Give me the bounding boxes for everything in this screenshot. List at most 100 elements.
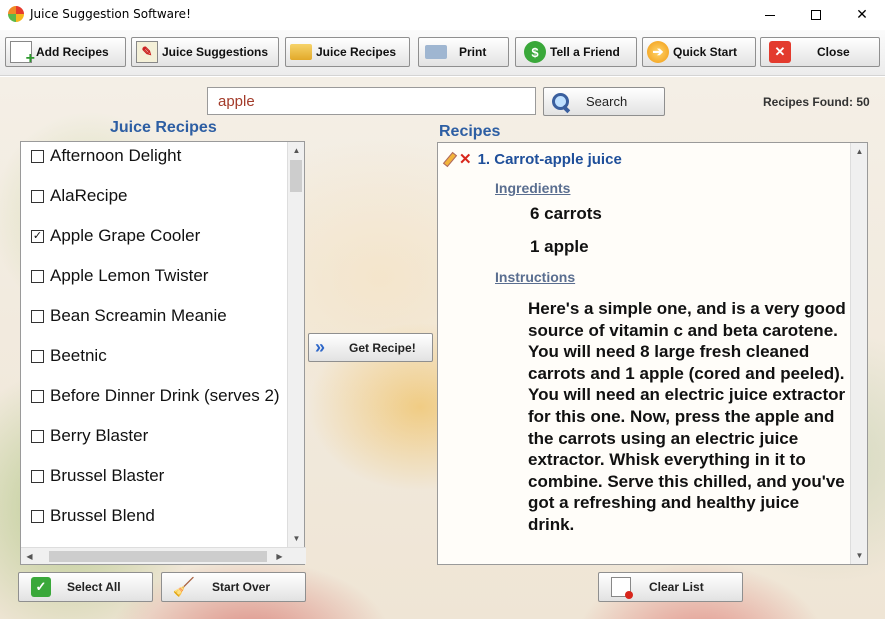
juice-recipes-heading: Juice Recipes bbox=[110, 119, 217, 136]
item-checkbox[interactable] bbox=[31, 309, 44, 323]
add-recipe-icon bbox=[10, 41, 35, 68]
maximize-button[interactable] bbox=[793, 0, 839, 30]
scroll-up-arrow-icon[interactable]: ▲ bbox=[851, 143, 867, 160]
window-close-button[interactable]: ✕ bbox=[839, 0, 885, 30]
toolbar: Add Recipes ✎ Juice Suggestions Juice Re… bbox=[0, 30, 885, 76]
juice-suggestions-label: Juice Suggestions bbox=[162, 45, 269, 59]
recipe-header: ✕ 1. Carrot-apple juice bbox=[442, 150, 622, 169]
item-checkbox[interactable] bbox=[31, 149, 44, 163]
list-item[interactable]: Apple Lemon Twister bbox=[31, 266, 208, 286]
scroll-thumb[interactable] bbox=[290, 160, 302, 192]
juice-recipes-list: Afternoon Delight AlaRecipe ✓ Apple Grap… bbox=[20, 141, 306, 565]
list-item[interactable]: Afternoon Delight bbox=[31, 146, 181, 166]
clear-list-icon bbox=[611, 577, 633, 599]
list-horizontal-scrollbar[interactable]: ◀ ▶ bbox=[21, 547, 306, 564]
maximize-icon bbox=[811, 10, 821, 20]
item-label: AlaRecipe bbox=[50, 186, 128, 205]
add-recipes-label: Add Recipes bbox=[36, 45, 109, 59]
list-item[interactable]: Bean Screamin Meanie bbox=[31, 306, 227, 326]
quick-start-label: Quick Start bbox=[673, 45, 738, 59]
recipes-heading: Recipes bbox=[439, 123, 501, 140]
get-recipe-button[interactable]: » Get Recipe! bbox=[308, 333, 433, 362]
instructions-link[interactable]: Instructions bbox=[495, 269, 575, 285]
recipe-title: 1. Carrot-apple juice bbox=[477, 150, 622, 168]
broom-icon: 🧹 bbox=[172, 576, 196, 597]
list-item[interactable]: AlaRecipe bbox=[31, 186, 128, 206]
select-all-label: Select All bbox=[67, 580, 121, 594]
search-input[interactable] bbox=[207, 87, 536, 115]
item-checkbox[interactable] bbox=[31, 349, 44, 363]
print-button[interactable]: Print bbox=[418, 37, 509, 67]
item-checkbox[interactable] bbox=[31, 189, 44, 203]
item-label: Afternoon Delight bbox=[50, 146, 182, 165]
ingredient-item: 1 apple bbox=[530, 237, 589, 256]
close-label: Close bbox=[817, 45, 850, 59]
clear-list-button[interactable]: Clear List bbox=[598, 572, 743, 602]
ingredient-item: 6 carrots bbox=[530, 204, 602, 223]
list-item[interactable]: Before Dinner Drink (serves 2) bbox=[31, 386, 280, 406]
dollar-icon: $ bbox=[524, 41, 546, 63]
window-close-icon: ✕ bbox=[856, 7, 868, 23]
quick-start-icon: ➔ bbox=[647, 41, 669, 63]
recipe-detail-panel: ✕ 1. Carrot-apple juice Ingredients 6 ca… bbox=[437, 142, 868, 565]
list-item[interactable]: Beetnic bbox=[31, 346, 107, 366]
minimize-icon bbox=[765, 14, 775, 16]
list-item[interactable]: ✓ Apple Grape Cooler bbox=[31, 226, 200, 246]
suggestion-notepad-icon: ✎ bbox=[136, 41, 158, 63]
recipe-vertical-scrollbar[interactable]: ▲ ▼ bbox=[850, 143, 867, 564]
quick-start-button[interactable]: ➔ Quick Start bbox=[642, 37, 756, 67]
get-recipe-label: Get Recipe! bbox=[349, 340, 416, 355]
printer-icon bbox=[425, 45, 447, 59]
item-checkbox[interactable] bbox=[31, 509, 44, 523]
scroll-down-arrow-icon[interactable]: ▼ bbox=[851, 547, 867, 564]
edit-pencil-icon[interactable] bbox=[442, 152, 456, 166]
item-checkbox[interactable] bbox=[31, 429, 44, 443]
list-item[interactable]: Berry Blaster bbox=[31, 426, 148, 446]
minimize-button[interactable] bbox=[747, 0, 793, 30]
list-item[interactable]: Brussel Blaster bbox=[31, 466, 164, 486]
scroll-left-arrow-icon[interactable]: ◀ bbox=[21, 548, 38, 565]
delete-icon[interactable]: ✕ bbox=[459, 150, 472, 168]
juice-suggestions-button[interactable]: ✎ Juice Suggestions bbox=[131, 37, 279, 67]
recipes-found-count: Recipes Found: 50 bbox=[763, 95, 870, 109]
start-over-label: Start Over bbox=[212, 580, 271, 594]
add-recipes-button[interactable]: Add Recipes bbox=[5, 37, 126, 68]
juice-recipes-button[interactable]: Juice Recipes bbox=[285, 37, 410, 67]
folder-icon bbox=[290, 44, 312, 60]
search-label: Search bbox=[586, 94, 628, 109]
item-label: Brussel Blaster bbox=[50, 466, 165, 485]
item-label: Beetnic bbox=[50, 346, 107, 365]
scroll-right-arrow-icon[interactable]: ▶ bbox=[271, 548, 288, 565]
item-checkbox[interactable] bbox=[31, 269, 44, 283]
item-checkbox[interactable] bbox=[31, 389, 44, 403]
item-label: Bean Screamin Meanie bbox=[50, 306, 227, 325]
select-all-button[interactable]: ✓ Select All bbox=[18, 572, 153, 602]
item-checkbox-checked[interactable]: ✓ bbox=[31, 229, 44, 243]
search-button[interactable]: Search bbox=[543, 87, 665, 116]
item-label: Berry Blaster bbox=[50, 426, 149, 445]
close-icon: ✕ bbox=[769, 41, 791, 63]
clear-list-label: Clear List bbox=[649, 580, 704, 594]
list-vertical-scrollbar[interactable]: ▲ ▼ bbox=[287, 142, 304, 547]
item-label: Brussel Blend bbox=[50, 506, 155, 525]
tell-a-friend-button[interactable]: $ Tell a Friend bbox=[515, 37, 637, 67]
list-item[interactable]: Brussel Blend bbox=[31, 506, 155, 526]
close-button[interactable]: ✕ Close bbox=[760, 37, 880, 67]
double-chevron-right-icon: » bbox=[315, 337, 325, 357]
magnifier-icon bbox=[548, 90, 572, 114]
ingredients-link[interactable]: Ingredients bbox=[495, 180, 570, 196]
tell-a-friend-label: Tell a Friend bbox=[550, 45, 620, 59]
h-scroll-thumb[interactable] bbox=[49, 551, 267, 562]
window-title: Juice Suggestion Software! bbox=[30, 7, 191, 21]
scroll-down-arrow-icon[interactable]: ▼ bbox=[288, 530, 305, 547]
item-label: Apple Grape Cooler bbox=[50, 226, 201, 245]
scroll-up-arrow-icon[interactable]: ▲ bbox=[288, 142, 305, 159]
checkmark-icon: ✓ bbox=[31, 577, 51, 597]
print-label: Print bbox=[459, 45, 487, 59]
juice-recipes-label: Juice Recipes bbox=[316, 45, 397, 59]
title-bar: Juice Suggestion Software! ✕ bbox=[0, 0, 885, 30]
item-checkbox[interactable] bbox=[31, 469, 44, 483]
instructions-text: Here's a simple one, and is a very good … bbox=[528, 299, 846, 534]
start-over-button[interactable]: 🧹 Start Over bbox=[161, 572, 306, 602]
app-icon bbox=[8, 6, 24, 22]
